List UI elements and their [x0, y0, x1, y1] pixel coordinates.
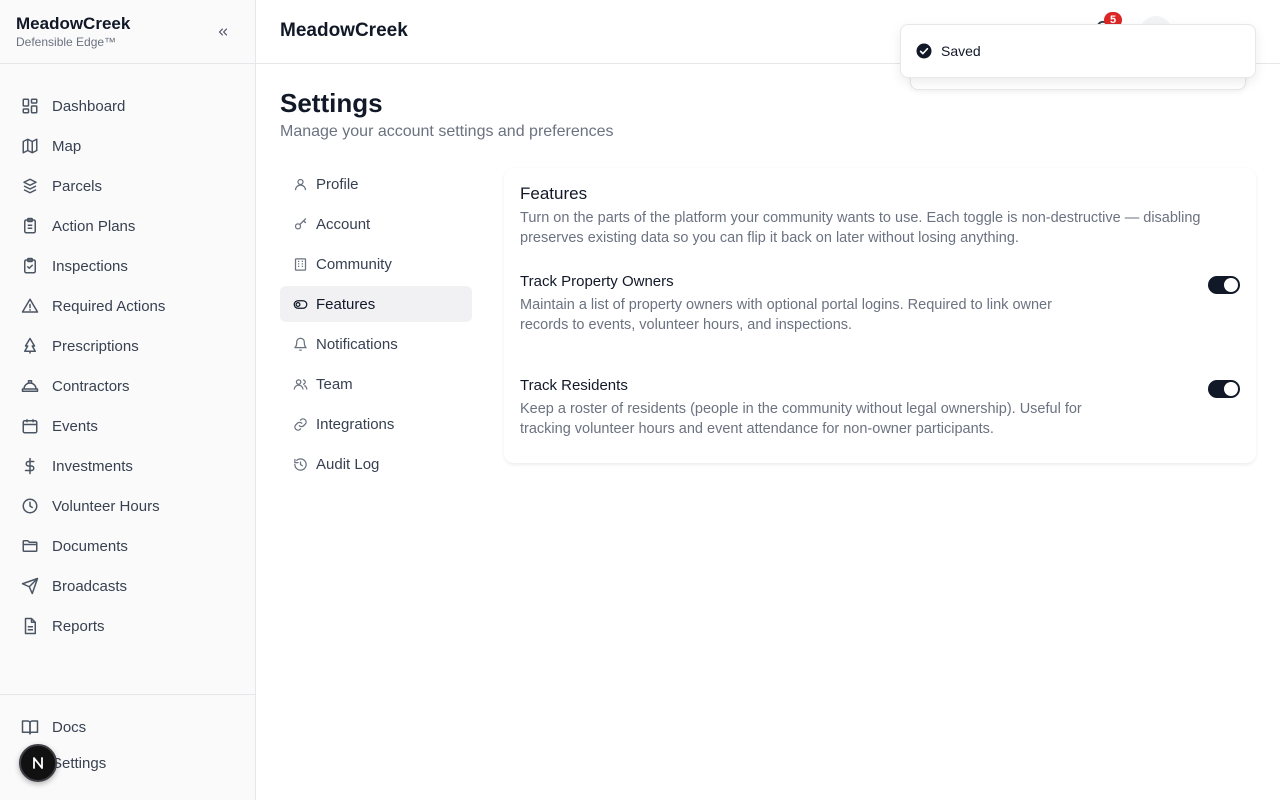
clipboard-icon [20, 216, 40, 236]
toast-text: Saved [941, 43, 981, 59]
feature-title: Track Property Owners [520, 273, 674, 290]
key-icon [292, 216, 308, 232]
toggle-knob [1224, 278, 1238, 292]
sidebar-item-label: Investments [52, 457, 133, 475]
tab-community[interactable]: Community [280, 246, 472, 282]
dev-tools-button[interactable] [19, 744, 57, 782]
sidebar-item-label: Parcels [52, 177, 103, 195]
map-icon [20, 136, 40, 156]
feature-track-residents: Track Residents Keep a roster of residen… [520, 377, 1240, 439]
tab-features[interactable]: Features [280, 286, 472, 322]
sidebar-item-label: Events [52, 417, 98, 435]
sidebar-item-docs[interactable]: Docs [0, 709, 255, 745]
sidebar-item-label: Broadcasts [52, 577, 128, 595]
sidebar-item-broadcasts[interactable]: Broadcasts [0, 566, 255, 606]
page-title: Settings [280, 88, 383, 118]
calendar-icon [20, 416, 40, 436]
building-icon [292, 256, 308, 272]
history-icon [292, 456, 308, 472]
brand: MeadowCreek Defensible Edge™ [0, 0, 255, 64]
sidebar-item-parcels[interactable]: Parcels [0, 166, 255, 206]
sidebar-item-dashboard[interactable]: Dashboard [0, 86, 255, 126]
folder-icon [20, 536, 40, 556]
card-title: Features [520, 184, 588, 203]
sidebar: MeadowCreek Defensible Edge™ Dashboard M… [0, 0, 256, 800]
tab-audit-log[interactable]: Audit Log [280, 446, 472, 482]
feature-description: Keep a roster of residents (people in th… [520, 401, 1082, 437]
tab-label: Integrations [316, 415, 395, 433]
sidebar-item-reports[interactable]: Reports [0, 606, 255, 646]
sidebar-item-documents[interactable]: Documents [0, 526, 255, 566]
sidebar-item-label: Prescriptions [52, 337, 139, 355]
sidebar-item-label: Required Actions [52, 297, 166, 315]
sidebar-item-events[interactable]: Events [0, 406, 255, 446]
tab-label: Account [316, 215, 371, 233]
sidebar-item-volunteer-hours[interactable]: Volunteer Hours [0, 486, 255, 526]
sidebar-item-label: Action Plans [52, 217, 136, 235]
tab-team[interactable]: Team [280, 366, 472, 402]
link-icon [292, 416, 308, 432]
feature-description: Maintain a list of property owners with … [520, 297, 1052, 333]
collapse-sidebar-button[interactable] [213, 22, 233, 42]
book-icon [20, 717, 40, 737]
file-text-icon [20, 616, 40, 636]
user-icon [292, 176, 308, 192]
dollar-icon [20, 456, 40, 476]
chevrons-left-icon [218, 28, 228, 36]
brand-name: MeadowCreek [16, 14, 131, 33]
sidebar-item-label: Dashboard [52, 97, 126, 115]
sidebar-item-required-actions[interactable]: Required Actions [0, 286, 255, 326]
tab-account[interactable]: Account [280, 206, 472, 242]
sidebar-item-inspections[interactable]: Inspections [0, 246, 255, 286]
tab-label: Team [316, 375, 353, 393]
tab-label: Community [316, 255, 392, 273]
tab-profile[interactable]: Profile [280, 166, 472, 202]
n-logo-icon [33, 757, 43, 769]
tab-label: Features [316, 295, 376, 313]
features-card: Features Turn on the parts of the platfo… [504, 168, 1256, 464]
sidebar-item-label: Inspections [52, 257, 128, 275]
clock-icon [20, 496, 40, 516]
sidebar-item-contractors[interactable]: Contractors [0, 366, 255, 406]
users-icon [292, 376, 308, 392]
toggle-icon [292, 296, 308, 312]
track-property-owners-toggle[interactable] [1208, 276, 1240, 294]
dashboard-icon [20, 96, 40, 116]
bell-icon [292, 336, 308, 352]
sidebar-item-label: Documents [52, 537, 128, 555]
tab-label: Audit Log [316, 455, 380, 473]
card-description: Turn on the parts of the platform your c… [520, 210, 1201, 246]
sidebar-item-label: Map [52, 137, 82, 155]
feature-track-property-owners: Track Property Owners Maintain a list of… [520, 273, 1240, 335]
sidebar-item-label: Settings [52, 754, 107, 772]
settings-nav: Profile Account Community Features Notif… [280, 166, 472, 486]
sidebar-item-label: Contractors [52, 377, 130, 395]
sidebar-item-investments[interactable]: Investments [0, 446, 255, 486]
topbar-title: MeadowCreek [280, 20, 408, 41]
tab-label: Profile [316, 175, 359, 193]
tab-integrations[interactable]: Integrations [280, 406, 472, 442]
tab-notifications[interactable]: Notifications [280, 326, 472, 362]
tab-label: Notifications [316, 335, 398, 353]
send-icon [20, 576, 40, 596]
clipboard-check-icon [20, 256, 40, 276]
track-residents-toggle[interactable] [1208, 380, 1240, 398]
feature-title: Track Residents [520, 377, 628, 394]
sidebar-item-map[interactable]: Map [0, 126, 255, 166]
sidebar-item-action-plans[interactable]: Action Plans [0, 206, 255, 246]
sidebar-item-label: Docs [52, 718, 87, 736]
parcels-icon [20, 176, 40, 196]
check-circle-icon [916, 43, 932, 59]
hard-hat-icon [20, 376, 40, 396]
alert-triangle-icon [20, 296, 40, 316]
sidebar-item-prescriptions[interactable]: Prescriptions [0, 326, 255, 366]
sidebar-item-label: Volunteer Hours [52, 497, 160, 515]
sidebar-nav: Dashboard Map Parcels Action Plans Inspe… [0, 64, 255, 646]
sidebar-item-label: Reports [52, 617, 105, 635]
tree-icon [20, 336, 40, 356]
toggle-knob [1224, 382, 1238, 396]
toast-notification: Saved [900, 24, 1256, 78]
page-subtitle: Manage your account settings and prefere… [280, 123, 614, 140]
brand-subtitle: Defensible Edge™ [16, 35, 117, 49]
